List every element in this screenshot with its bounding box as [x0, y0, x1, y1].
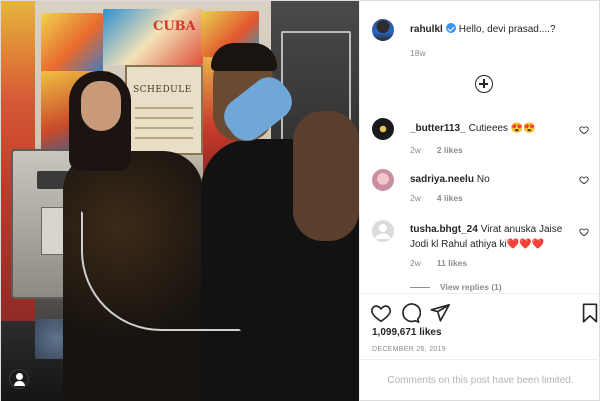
tagged-users-icon[interactable]: [9, 369, 29, 389]
comment-age: 2w: [410, 193, 421, 203]
poster: [41, 13, 103, 75]
schedule-sign: SCHEDULE: [125, 65, 203, 155]
comment-text: _butter113_ Cutieees 😍😍: [410, 121, 570, 136]
comment-likes[interactable]: 2 likes: [437, 145, 463, 155]
heart-icon[interactable]: [579, 175, 589, 185]
man-hair: [211, 43, 277, 71]
caption-age: 18w: [410, 48, 426, 58]
woman-face: [81, 81, 121, 131]
comment-list: _butter113_ Cutieees 😍😍 2w 2 likes sadriya…: [360, 109, 600, 292]
commenter-avatar[interactable]: [372, 220, 394, 242]
comment-likes[interactable]: 11 likes: [437, 258, 467, 268]
comment-likes[interactable]: 4 likes: [437, 193, 463, 203]
instagram-post-view: CUBA SCHEDULE rahulkl Hello, devi prasad.…: [0, 0, 600, 401]
caption-line: rahulkl Hello, devi prasad....?: [410, 23, 595, 37]
default-avatar-icon: [375, 224, 391, 239]
poster-cuba-text: CUBA: [153, 19, 196, 34]
commenter-username[interactable]: _butter113_: [410, 123, 466, 134]
comment-age: 2w: [410, 258, 421, 268]
commenter-username[interactable]: tusha.bhgt_24: [410, 224, 478, 235]
comment-meta: 2w 4 likes: [410, 193, 479, 203]
heart-icon[interactable]: [579, 227, 589, 237]
comment-age: 2w: [410, 145, 421, 155]
commenter-username[interactable]: sadriya.neelu: [410, 174, 474, 185]
post-action-bar: [360, 293, 600, 331]
post-date: DECEMBER 26, 2019: [372, 346, 446, 353]
comment-text: sadriya.neelu No: [410, 172, 570, 187]
heart-icon[interactable]: [579, 125, 589, 135]
like-count[interactable]: 1,099,671 likes: [372, 327, 442, 338]
commenter-avatar[interactable]: [372, 169, 394, 191]
bookmark-icon[interactable]: [579, 302, 600, 324]
comment-meta: 2w 2 likes: [410, 145, 479, 155]
comment-meta: 2w 11 likes: [410, 258, 483, 268]
commenter-avatar[interactable]: [372, 118, 394, 140]
comment-body: Cutieees 😍😍: [468, 123, 536, 134]
schedule-sign-text: SCHEDULE: [133, 85, 192, 95]
comments-limited-notice: Comments on this post have been limited.: [387, 375, 574, 386]
post-caption-section: rahulkl Hello, devi prasad....? 18w: [360, 1, 600, 109]
heart-icon[interactable]: [370, 302, 392, 324]
share-icon[interactable]: [429, 302, 451, 324]
comment-icon[interactable]: [399, 302, 421, 324]
author-username[interactable]: rahulkl: [410, 24, 443, 35]
author-avatar[interactable]: [372, 19, 394, 41]
comment-text: tusha.bhgt_24 Virat anuska Jaise Jodi kl …: [410, 222, 570, 252]
post-caption: Hello, devi prasad....?: [458, 24, 556, 35]
post-photo[interactable]: CUBA SCHEDULE: [1, 1, 359, 401]
add-circle-icon[interactable]: [475, 75, 493, 93]
view-replies-button[interactable]: View replies (1): [410, 282, 502, 292]
verified-badge-icon: [445, 23, 456, 33]
post-details-panel: rahulkl Hello, devi prasad....? 18w _butt…: [359, 1, 600, 401]
comment-body: No: [476, 174, 490, 185]
comment-input-area: Comments on this post have been limited.: [360, 359, 600, 401]
poster: [103, 9, 203, 65]
man-tattooed-arm: [293, 111, 359, 241]
